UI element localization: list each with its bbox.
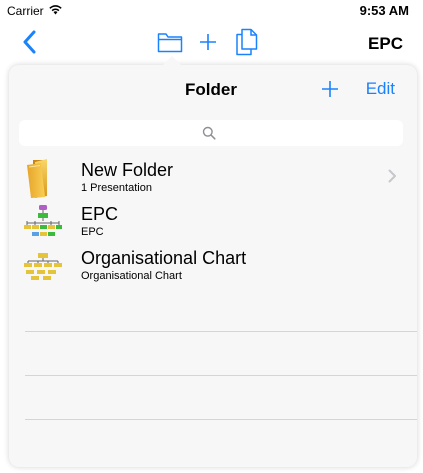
folder-popover: Folder Edit New Folder 1 Presentation EP… xyxy=(9,56,417,467)
search-input[interactable] xyxy=(19,120,403,146)
item-subtitle: Organisational Chart xyxy=(81,270,182,282)
list-item-new-folder[interactable]: New Folder 1 Presentation xyxy=(9,155,417,199)
carrier-label: Carrier xyxy=(7,4,44,18)
item-title: New Folder xyxy=(81,160,174,180)
folder-icon xyxy=(23,157,63,198)
list-item-epc[interactable]: EPC EPC xyxy=(9,199,417,243)
plus-icon xyxy=(322,81,338,97)
org-chart-icon xyxy=(23,245,63,285)
search-icon xyxy=(202,126,216,145)
add-item-button[interactable] xyxy=(320,79,340,104)
row-separator xyxy=(25,419,417,420)
plus-icon[interactable] xyxy=(198,32,218,57)
item-subtitle: 1 Presentation xyxy=(81,182,152,194)
popover-title: Folder xyxy=(185,80,237,99)
item-title: EPC xyxy=(81,204,119,224)
wifi-icon xyxy=(48,4,63,18)
epc-diagram-icon xyxy=(23,201,63,241)
copy-icon[interactable] xyxy=(235,28,259,61)
status-time: 9:53 AM xyxy=(359,3,409,18)
nav-title: EPC xyxy=(368,34,403,53)
row-separator xyxy=(25,375,417,376)
back-icon[interactable] xyxy=(22,30,42,56)
folder-icon[interactable] xyxy=(157,31,183,58)
popover-header: Folder Edit xyxy=(9,65,417,115)
list-item-organisational-chart[interactable]: Organisational Chart Organisational Char… xyxy=(9,243,417,287)
edit-button[interactable]: Edit xyxy=(366,79,395,99)
nav-bar: EPC xyxy=(0,22,423,64)
app-screen: Carrier 9:53 AM EPC Folder Edit New Fold… xyxy=(0,0,423,473)
item-subtitle: EPC xyxy=(81,226,104,238)
chevron-right-icon xyxy=(388,169,397,188)
row-separator xyxy=(25,331,417,332)
status-bar: Carrier 9:53 AM xyxy=(0,0,423,22)
item-title: Organisational Chart xyxy=(81,248,247,268)
